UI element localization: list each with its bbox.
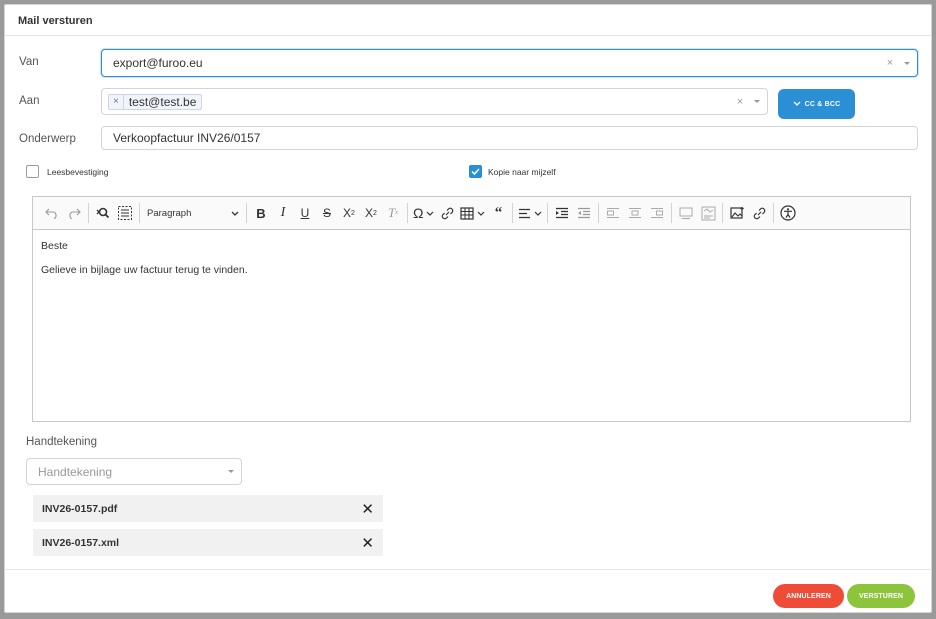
mail-dialog: Mail versturen Van export@furoo.eu × Aan… [4, 4, 932, 613]
paragraph-style-label: Paragraph [147, 207, 192, 219]
chevron-down-icon[interactable] [221, 470, 241, 473]
table-icon[interactable] [460, 202, 485, 224]
toolbar-separator [246, 203, 247, 223]
toolbar-separator [512, 203, 514, 223]
from-value: export@furoo.eu [113, 56, 203, 70]
subject-row: Onderwerp [19, 133, 76, 145]
subject-input[interactable]: Verkoopfactuur INV26/0157 [101, 126, 918, 150]
chevron-down-icon[interactable] [747, 100, 767, 103]
link-image-icon[interactable] [750, 202, 768, 224]
subject-label: Onderwerp [19, 133, 76, 145]
editor-toolbar: Paragraph B I U S X2 X2 Tx Ω “ [33, 197, 910, 230]
toolbar-separator [407, 203, 408, 223]
from-select[interactable]: export@furoo.eu × [101, 49, 918, 77]
bold-icon[interactable]: B [252, 202, 270, 224]
toolbar-separator [139, 203, 140, 223]
copy-to-self-label: Kopie naar mijzelf [488, 167, 556, 177]
underline-icon[interactable]: U [296, 202, 314, 224]
editor-content[interactable]: Beste Gelieve in bijlage uw factuur teru… [33, 230, 910, 298]
to-select[interactable]: × test@test.be × [101, 88, 768, 115]
paragraph-style-select[interactable]: Paragraph [143, 208, 243, 219]
attachment-item: INV26-0157.xml ✕ [33, 529, 383, 556]
recipient-tag: × test@test.be [108, 93, 203, 110]
image-caption-icon[interactable] [677, 202, 695, 224]
toolbar-separator [773, 203, 775, 223]
chevron-down-icon [231, 211, 239, 216]
cc-bcc-button[interactable]: CC & BCC [778, 89, 855, 119]
body-greeting: Beste [41, 240, 68, 252]
accessibility-icon[interactable] [779, 202, 797, 224]
dialog-title: Mail versturen [18, 15, 93, 27]
outdent-icon[interactable] [575, 202, 593, 224]
toolbar-separator [88, 203, 89, 223]
link-icon[interactable] [438, 202, 456, 224]
attachment-name: INV26-0157.xml [42, 536, 120, 549]
to-clear-icon[interactable]: × [733, 96, 747, 108]
cancel-button[interactable]: ANNULEREN [773, 584, 844, 608]
to-row: Aan [19, 95, 39, 107]
image-center-icon[interactable] [626, 202, 644, 224]
align-icon[interactable] [518, 202, 542, 224]
italic-icon[interactable]: I [274, 202, 292, 224]
tag-remove-icon[interactable]: × [109, 94, 124, 109]
attachment-item: INV26-0157.pdf ✕ [33, 495, 383, 522]
superscript-icon[interactable]: X2 [362, 202, 380, 224]
dialog-header: Mail versturen [5, 5, 931, 36]
undo-icon[interactable] [43, 202, 61, 224]
toolbar-separator [671, 203, 673, 223]
cc-bcc-label: CC & BCC [804, 100, 841, 108]
check-icon [471, 168, 480, 175]
remove-format-icon[interactable]: Tx [384, 202, 402, 224]
redo-icon[interactable] [65, 202, 83, 224]
from-clear-icon[interactable]: × [883, 57, 897, 69]
blockquote-icon[interactable]: “ [489, 202, 507, 224]
signature-placeholder: Handtekening [38, 464, 113, 479]
recipient-tag-label: test@test.be [128, 94, 197, 109]
signature-select[interactable]: Handtekening [26, 458, 242, 485]
read-receipt-label: Leesbevestiging [47, 167, 109, 177]
from-row: Van [19, 56, 39, 68]
subscript-icon[interactable]: X2 [340, 202, 358, 224]
rich-text-editor: Paragraph B I U S X2 X2 Tx Ω “ Beste Gel… [32, 196, 911, 422]
toolbar-separator [547, 203, 549, 223]
to-label: Aan [19, 95, 40, 107]
signature-label: Handtekening [26, 436, 97, 448]
indent-icon[interactable] [553, 202, 571, 224]
find-replace-icon[interactable] [94, 202, 112, 224]
send-button[interactable]: VERSTUREN [847, 584, 915, 608]
image-text-alt-icon[interactable] [699, 202, 717, 224]
close-icon[interactable]: ✕ [361, 534, 374, 552]
chevron-down-icon [793, 101, 801, 106]
subject-value: Verkoopfactuur INV26/0157 [113, 131, 261, 145]
body-text: Gelieve in bijlage uw factuur terug te v… [41, 264, 248, 276]
special-characters-icon[interactable]: Ω [413, 202, 434, 224]
dialog-footer: ANNULEREN VERSTUREN [5, 569, 931, 613]
read-receipt-checkbox[interactable] [26, 165, 39, 178]
image-left-icon[interactable] [604, 202, 622, 224]
insert-image-icon[interactable] [728, 202, 746, 224]
copy-to-self-checkbox[interactable] [469, 165, 482, 178]
toolbar-separator [598, 203, 600, 223]
select-all-icon[interactable] [116, 202, 134, 224]
close-icon[interactable]: ✕ [361, 500, 374, 518]
attachment-name: INV26-0157.pdf [42, 502, 118, 515]
from-label: Van [19, 56, 39, 68]
image-right-icon[interactable] [648, 202, 666, 224]
chevron-down-icon[interactable] [897, 61, 917, 65]
strikethrough-icon[interactable]: S [318, 202, 336, 224]
toolbar-separator [722, 203, 724, 223]
